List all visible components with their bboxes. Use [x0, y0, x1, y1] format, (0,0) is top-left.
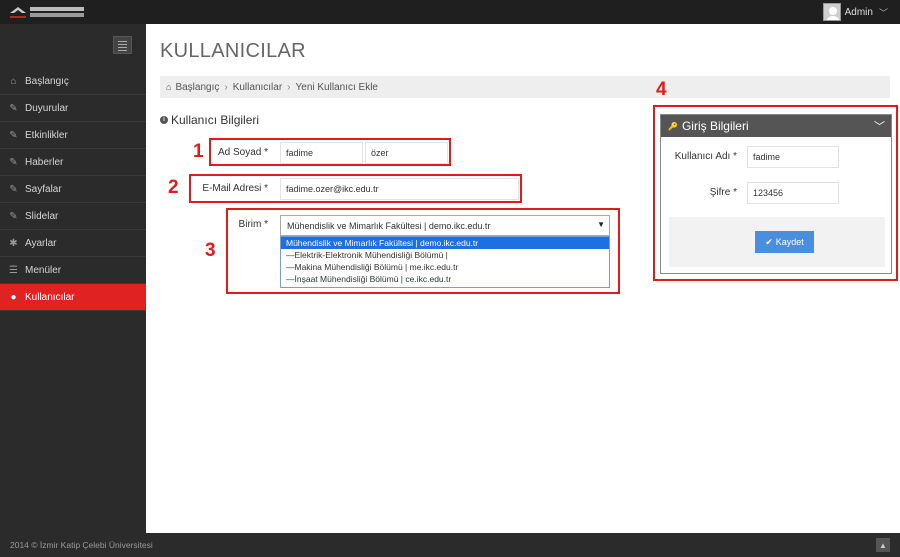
avatar — [822, 3, 841, 21]
email-label: E-Mail Adresi * — [202, 183, 268, 194]
username-field[interactable]: fadime — [747, 146, 839, 168]
sidebar-item-label: Kullanıcılar — [25, 291, 75, 303]
sidebar-item-slidelar[interactable]: ✎ Slidelar — [0, 203, 146, 230]
annotation-number-3: 3 — [205, 240, 216, 261]
sidebar-item-label: Duyurular — [25, 102, 69, 114]
unit-selected-value: Mühendislik ve Mimarlık Fakültesi | demo… — [287, 220, 491, 231]
username-label: Kullanıcı Adı * — [674, 151, 737, 162]
email-field[interactable]: fadime.ozer@ikc.edu.tr — [280, 178, 519, 200]
edit-icon: ✎ — [9, 210, 18, 222]
login-info-panel: 🔑 Giriş Bilgileri ﹀ Kullanıcı Adı * fadi… — [660, 114, 892, 274]
sidebar-item-label: Haberler — [25, 156, 64, 168]
copyright-text: 2014 © İzmir Katip Çelebi Üniversitesi — [10, 540, 153, 550]
sidebar-toggle-button[interactable] — [113, 36, 132, 54]
unit-option[interactable]: —Makina Mühendisliği Bölümü | me.ikc.edu… — [281, 261, 609, 273]
list-icon: ☰ — [9, 264, 18, 276]
annotation-number-2: 2 — [168, 177, 179, 198]
sidebar-item-baslangic[interactable]: ⌂ Başlangıç — [0, 68, 146, 95]
section-title: i Kullanıcı Bilgileri — [160, 113, 259, 127]
first-name-field[interactable]: fadime — [280, 142, 363, 164]
annotation-number-1: 1 — [193, 141, 204, 162]
scroll-to-top-button[interactable]: ▲ — [876, 538, 890, 552]
home-icon: ⌂ — [166, 82, 172, 92]
edit-icon: ✎ — [9, 102, 18, 114]
info-icon: i — [160, 116, 168, 124]
unit-select[interactable]: Mühendislik ve Mimarlık Fakültesi | demo… — [280, 215, 610, 236]
chevron-down-icon[interactable]: ﹀ — [874, 118, 885, 134]
last-name-field[interactable]: özer — [365, 142, 448, 164]
page-title: KULLANICILAR — [160, 40, 306, 62]
panel-title: Giriş Bilgileri — [681, 119, 749, 133]
unit-option[interactable]: Mühendislik ve Mimarlık Fakültesi | demo… — [281, 237, 609, 249]
sidebar-item-menuler[interactable]: ☰ Menüler — [0, 257, 146, 284]
key-icon: 🔑 — [668, 121, 678, 131]
panel-header: 🔑 Giriş Bilgileri ﹀ — [661, 115, 891, 137]
sidebar-item-haberler[interactable]: ✎ Haberler — [0, 149, 146, 176]
sidebar-item-sayfalar[interactable]: ✎ Sayfalar — [0, 176, 146, 203]
breadcrumb: ⌂ Başlangıç › Kullanıcılar › Yeni Kullan… — [160, 76, 890, 98]
sidebar: ⌂ Başlangıç ✎ Duyurular ✎ Etkinlikler ✎ … — [0, 24, 152, 533]
breadcrumb-link-kullanicilar[interactable]: Kullanıcılar — [233, 82, 282, 93]
breadcrumb-current: Yeni Kullanıcı Ekle — [295, 81, 378, 93]
edit-icon: ✎ — [9, 156, 18, 168]
section-title-text: Kullanıcı Bilgileri — [171, 113, 260, 127]
save-button-label: Kaydet — [775, 237, 804, 247]
edit-icon: ✎ — [9, 129, 18, 141]
edit-icon: ✎ — [9, 183, 18, 195]
unit-dropdown-list: Mühendislik ve Mimarlık Fakültesi | demo… — [280, 236, 610, 288]
panel-footer: ✔ Kaydet — [669, 217, 885, 267]
sidebar-item-label: Sayfalar — [25, 183, 62, 195]
save-button[interactable]: ✔ Kaydet — [755, 231, 814, 253]
top-bar: Admin ﹀ — [0, 0, 900, 24]
unit-label: Birim * — [238, 219, 268, 230]
footer: 2014 © İzmir Katip Çelebi Üniversitesi ▲ — [0, 533, 900, 557]
breadcrumb-link-baslangic[interactable]: Başlangıç — [175, 82, 219, 93]
unit-option[interactable]: —İnşaat Mühendisliği Bölümü | ce.ikc.edu… — [281, 273, 609, 285]
user-menu[interactable]: Admin ﹀ — [822, 2, 888, 22]
home-icon: ⌂ — [10, 75, 17, 87]
password-label: Şifre * — [709, 187, 737, 198]
sidebar-item-label: Başlangıç — [25, 75, 69, 87]
unit-option[interactable]: —Elektrik-Elektronik Mühendisliği Bölümü… — [281, 249, 609, 261]
password-field[interactable]: 123456 — [747, 182, 839, 204]
sidebar-item-ayarlar[interactable]: ✱ Ayarlar — [0, 230, 146, 257]
sidebar-item-kullanicilar[interactable]: ● Kullanıcılar — [0, 284, 152, 311]
gear-icon: ✱ — [9, 237, 18, 249]
check-icon: ✔ — [765, 236, 773, 247]
chevron-down-icon: ﹀ — [878, 7, 888, 18]
breadcrumb-separator: › — [287, 81, 291, 93]
user-icon: ● — [10, 291, 17, 303]
sidebar-item-label: Slidelar — [25, 210, 59, 222]
sidebar-item-etkinlikler[interactable]: ✎ Etkinlikler — [0, 122, 146, 149]
annotation-number-4: 4 — [656, 79, 667, 100]
caret-down-icon: ▼ — [597, 220, 605, 229]
sidebar-item-duyurular[interactable]: ✎ Duyurular — [0, 95, 146, 122]
sidebar-menu: ⌂ Başlangıç ✎ Duyurular ✎ Etkinlikler ✎ … — [0, 68, 152, 311]
user-name: Admin — [844, 6, 873, 18]
breadcrumb-separator: › — [224, 81, 228, 93]
university-logo[interactable] — [8, 3, 86, 21]
sidebar-item-label: Menüler — [25, 264, 62, 276]
name-label: Ad Soyad * — [217, 147, 268, 158]
sidebar-item-label: Ayarlar — [25, 237, 57, 249]
sidebar-item-label: Etkinlikler — [25, 129, 68, 141]
